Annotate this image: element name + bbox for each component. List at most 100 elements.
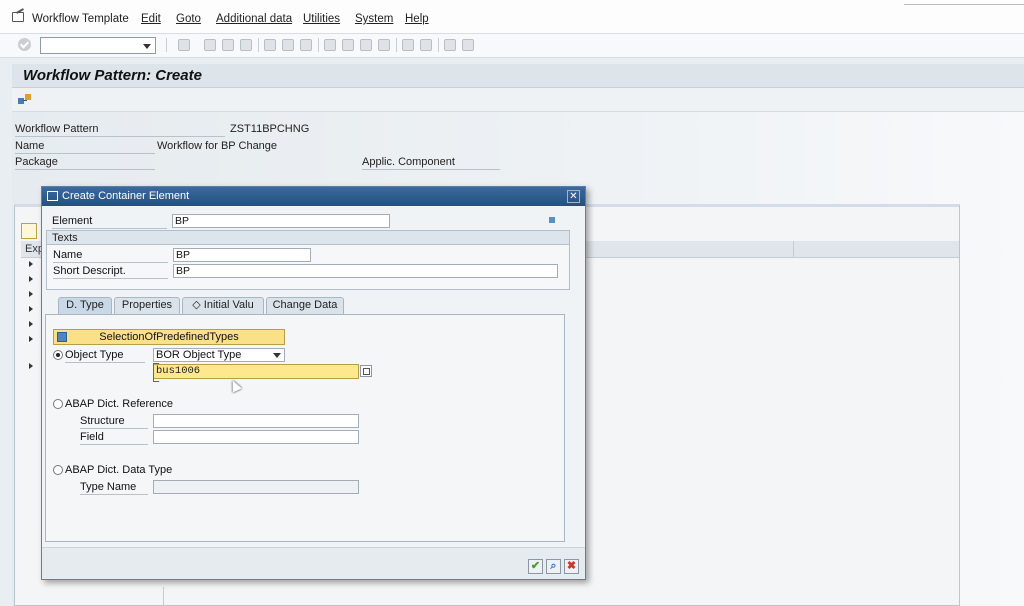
new-session-icon[interactable] (402, 39, 414, 51)
help-icon[interactable] (444, 39, 456, 51)
label-underline (362, 169, 500, 170)
predefined-types-icon (57, 332, 67, 342)
menu-additional-data[interactable]: Additional data (216, 13, 292, 25)
field-label: Field (80, 431, 104, 443)
find-icon[interactable] (282, 39, 294, 51)
expand-arrow-icon[interactable] (29, 363, 33, 369)
menu-system-label: System (355, 13, 394, 25)
window-corner-decoration (904, 4, 1024, 7)
workflow-link (23, 100, 27, 101)
create-container-element-dialog: Create Container Element ✕ Element BP Te… (41, 186, 586, 580)
expand-arrow-icon[interactable] (29, 276, 33, 282)
last-page-icon[interactable] (378, 39, 390, 51)
abap-dict-data-type-radio[interactable] (53, 465, 63, 475)
menu-system[interactable]: System (355, 13, 393, 25)
status-indicator-icon (549, 217, 555, 223)
expand-arrow-icon[interactable] (29, 261, 33, 267)
expand-arrow-icon[interactable] (29, 306, 33, 312)
next-page-icon[interactable] (360, 39, 372, 51)
label-underline (52, 228, 167, 229)
toolbar-separator (438, 38, 439, 52)
short-descript-input[interactable]: BP (173, 264, 558, 278)
save-icon[interactable] (178, 39, 190, 51)
cancel-button[interactable]: ✖ (564, 559, 579, 574)
exit-nav-icon[interactable] (222, 39, 234, 51)
abap-dict-reference-label: ABAP Dict. Reference (65, 398, 174, 410)
name-label: Name (53, 249, 83, 261)
bor-object-type-input[interactable]: bus1006 (153, 363, 359, 382)
label-underline (80, 444, 148, 445)
search-button[interactable]: ⌕ (546, 559, 561, 574)
field-input[interactable] (153, 430, 359, 444)
label-underline (65, 362, 145, 363)
toolbar-separator (318, 38, 319, 52)
mouse-cursor (228, 378, 242, 393)
menu-workflow-template[interactable]: Workflow Template (32, 13, 129, 25)
name-input[interactable]: BP (173, 248, 311, 262)
toolbar-separator (166, 38, 167, 52)
label-underline (15, 169, 155, 170)
package-label: Package (15, 156, 58, 168)
menu-goto[interactable]: Goto (176, 13, 201, 25)
expand-arrow-icon[interactable] (29, 291, 33, 297)
selection-of-predefined-types-button[interactable]: SelectionOfPredefinedTypes (53, 329, 285, 345)
texts-group-title: Texts (52, 232, 78, 244)
column-separator (793, 241, 794, 258)
element-label: Element (52, 215, 93, 227)
dialog-footer: ✔ ⌕ ✖ (42, 547, 585, 579)
dialog-window-icon (47, 191, 58, 201)
toolbar-separator (258, 38, 259, 52)
expand-arrow-icon[interactable] (29, 321, 33, 327)
tab-initial-value[interactable]: ◇ Initial Valu (182, 297, 264, 314)
document-icon[interactable] (21, 223, 37, 239)
object-type-radio[interactable] (53, 350, 63, 360)
structure-input[interactable] (153, 414, 359, 428)
menu-utilities-label: Utilities (303, 13, 341, 25)
selection-button-label: SelectionOfPredefinedTypes (99, 331, 239, 343)
layout-menu-icon[interactable] (462, 39, 474, 51)
previous-page-icon[interactable] (342, 39, 354, 51)
abap-dict-data-type-label: ABAP Dict. Data Type (65, 464, 173, 476)
workflow-node (18, 98, 24, 104)
menu-edit[interactable]: Edit (141, 13, 161, 25)
element-input[interactable]: BP (172, 214, 390, 228)
menu-edit-label: Edit (141, 13, 161, 25)
abap-dict-reference-radio[interactable] (53, 399, 63, 409)
page-title: Workflow Pattern: Create (23, 67, 202, 84)
close-icon[interactable]: ✕ (567, 190, 580, 203)
cancel-icon[interactable] (240, 39, 252, 51)
confirm-button[interactable]: ✔ (528, 559, 543, 574)
print-icon[interactable] (264, 39, 276, 51)
value-help-icon[interactable] (360, 365, 372, 377)
tab-data-type[interactable]: D. Type (58, 297, 112, 314)
texts-group-header: Texts (47, 231, 569, 245)
standard-toolbar (0, 34, 1024, 58)
exit-icon[interactable] (12, 12, 24, 22)
label-underline (53, 278, 168, 279)
first-page-icon[interactable] (324, 39, 336, 51)
workflow-pattern-label: Workflow Pattern (15, 123, 99, 135)
label-underline (80, 494, 148, 495)
structure-label: Structure (80, 415, 125, 427)
tab-change-data[interactable]: Change Data (266, 297, 344, 314)
object-type-label: Object Type (65, 349, 124, 361)
workflow-builder-icon[interactable] (18, 94, 32, 106)
applic-component-label: Applic. Component (362, 156, 455, 168)
name-label: Name (15, 140, 45, 152)
enter-icon[interactable] (18, 38, 31, 51)
find-next-icon[interactable] (300, 39, 312, 51)
back-icon[interactable] (204, 39, 216, 51)
command-field[interactable] (40, 37, 156, 54)
type-name-input[interactable] (153, 480, 359, 494)
tab-properties[interactable]: Properties (114, 297, 180, 314)
dialog-titlebar[interactable]: Create Container Element ✕ (42, 187, 585, 206)
shortcut-icon[interactable] (420, 39, 432, 51)
object-type-dropdown[interactable]: BOR Object Type (153, 348, 285, 362)
expand-arrow-icon[interactable] (29, 336, 33, 342)
label-underline (15, 153, 155, 154)
menu-goto-label: Goto (176, 13, 201, 25)
menu-utilities[interactable]: Utilities (303, 13, 340, 25)
label-underline (53, 262, 168, 263)
short-descript-label: Short Descript. (53, 265, 126, 277)
menu-help[interactable]: Help (405, 13, 429, 25)
